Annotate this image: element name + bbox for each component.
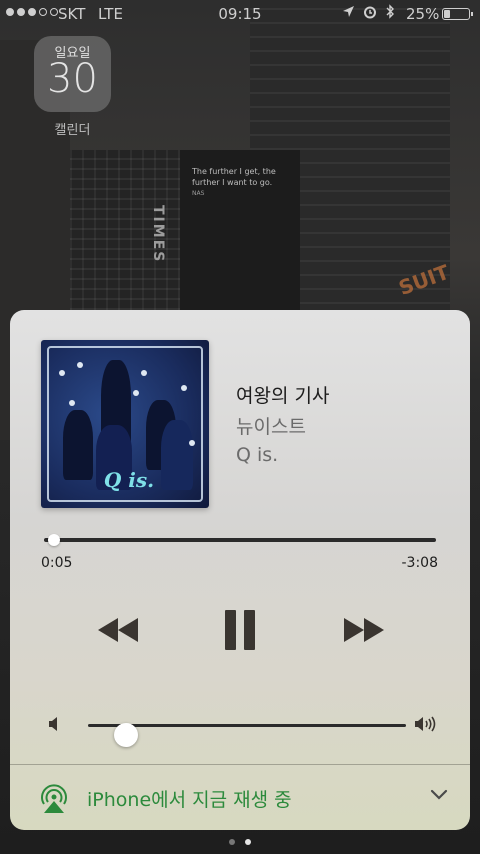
battery-icon — [442, 8, 473, 20]
calendar-app-icon[interactable]: 일요일 30 — [34, 36, 111, 112]
fast-forward-icon — [344, 618, 384, 642]
pause-button[interactable] — [220, 607, 260, 653]
volume-control — [48, 714, 438, 747]
elapsed-time: 0:05 — [41, 555, 73, 571]
airplay-row[interactable]: iPhone에서 지금 재생 중 — [10, 765, 470, 830]
calendar-app-label: 캘린더 — [54, 123, 91, 138]
status-icons — [342, 4, 395, 19]
page-dot-active — [245, 839, 251, 845]
volume-low-icon — [49, 717, 57, 731]
playback-scrubber[interactable] — [44, 534, 436, 546]
alarm-icon — [364, 6, 376, 18]
billboard-sub: NAS — [192, 190, 205, 197]
remaining-time: -3:08 — [401, 555, 439, 571]
fast-forward-button[interactable] — [340, 610, 388, 650]
rewind-button[interactable] — [94, 610, 142, 650]
album-name: Q is. — [236, 444, 279, 466]
page-indicator[interactable] — [0, 839, 480, 845]
bluetooth-icon — [386, 4, 394, 19]
album-art[interactable]: Q is. — [41, 340, 209, 508]
pause-icon — [225, 610, 255, 650]
airplay-icon — [41, 784, 67, 813]
volume-high-icon — [415, 716, 436, 732]
album-art-title: Q is. — [103, 468, 155, 492]
song-title: 여왕의 기사 — [236, 385, 330, 407]
page-dot — [229, 839, 235, 845]
rewind-icon — [98, 618, 138, 642]
battery-percent: 25% — [406, 5, 440, 23]
times-sign: TIMES — [150, 205, 166, 264]
billboard-text: The further I get, the further I want to… — [192, 167, 276, 187]
volume-knob[interactable] — [114, 723, 139, 747]
chevron-down-icon[interactable] — [430, 789, 448, 801]
calendar-date: 30 — [47, 56, 98, 102]
scrubber-knob[interactable] — [48, 534, 61, 546]
airplay-label: iPhone에서 지금 재생 중 — [87, 789, 292, 811]
location-icon — [343, 6, 354, 17]
status-bar: SKT LTE 09:15 25% — [0, 0, 480, 28]
artist-name: 뉴이스트 — [236, 416, 306, 438]
volume-slider[interactable] — [88, 723, 406, 747]
now-playing-card: Q is. 여왕의 기사 뉴이스트 Q is. 0:05 -3:08 iPhon… — [10, 310, 470, 830]
